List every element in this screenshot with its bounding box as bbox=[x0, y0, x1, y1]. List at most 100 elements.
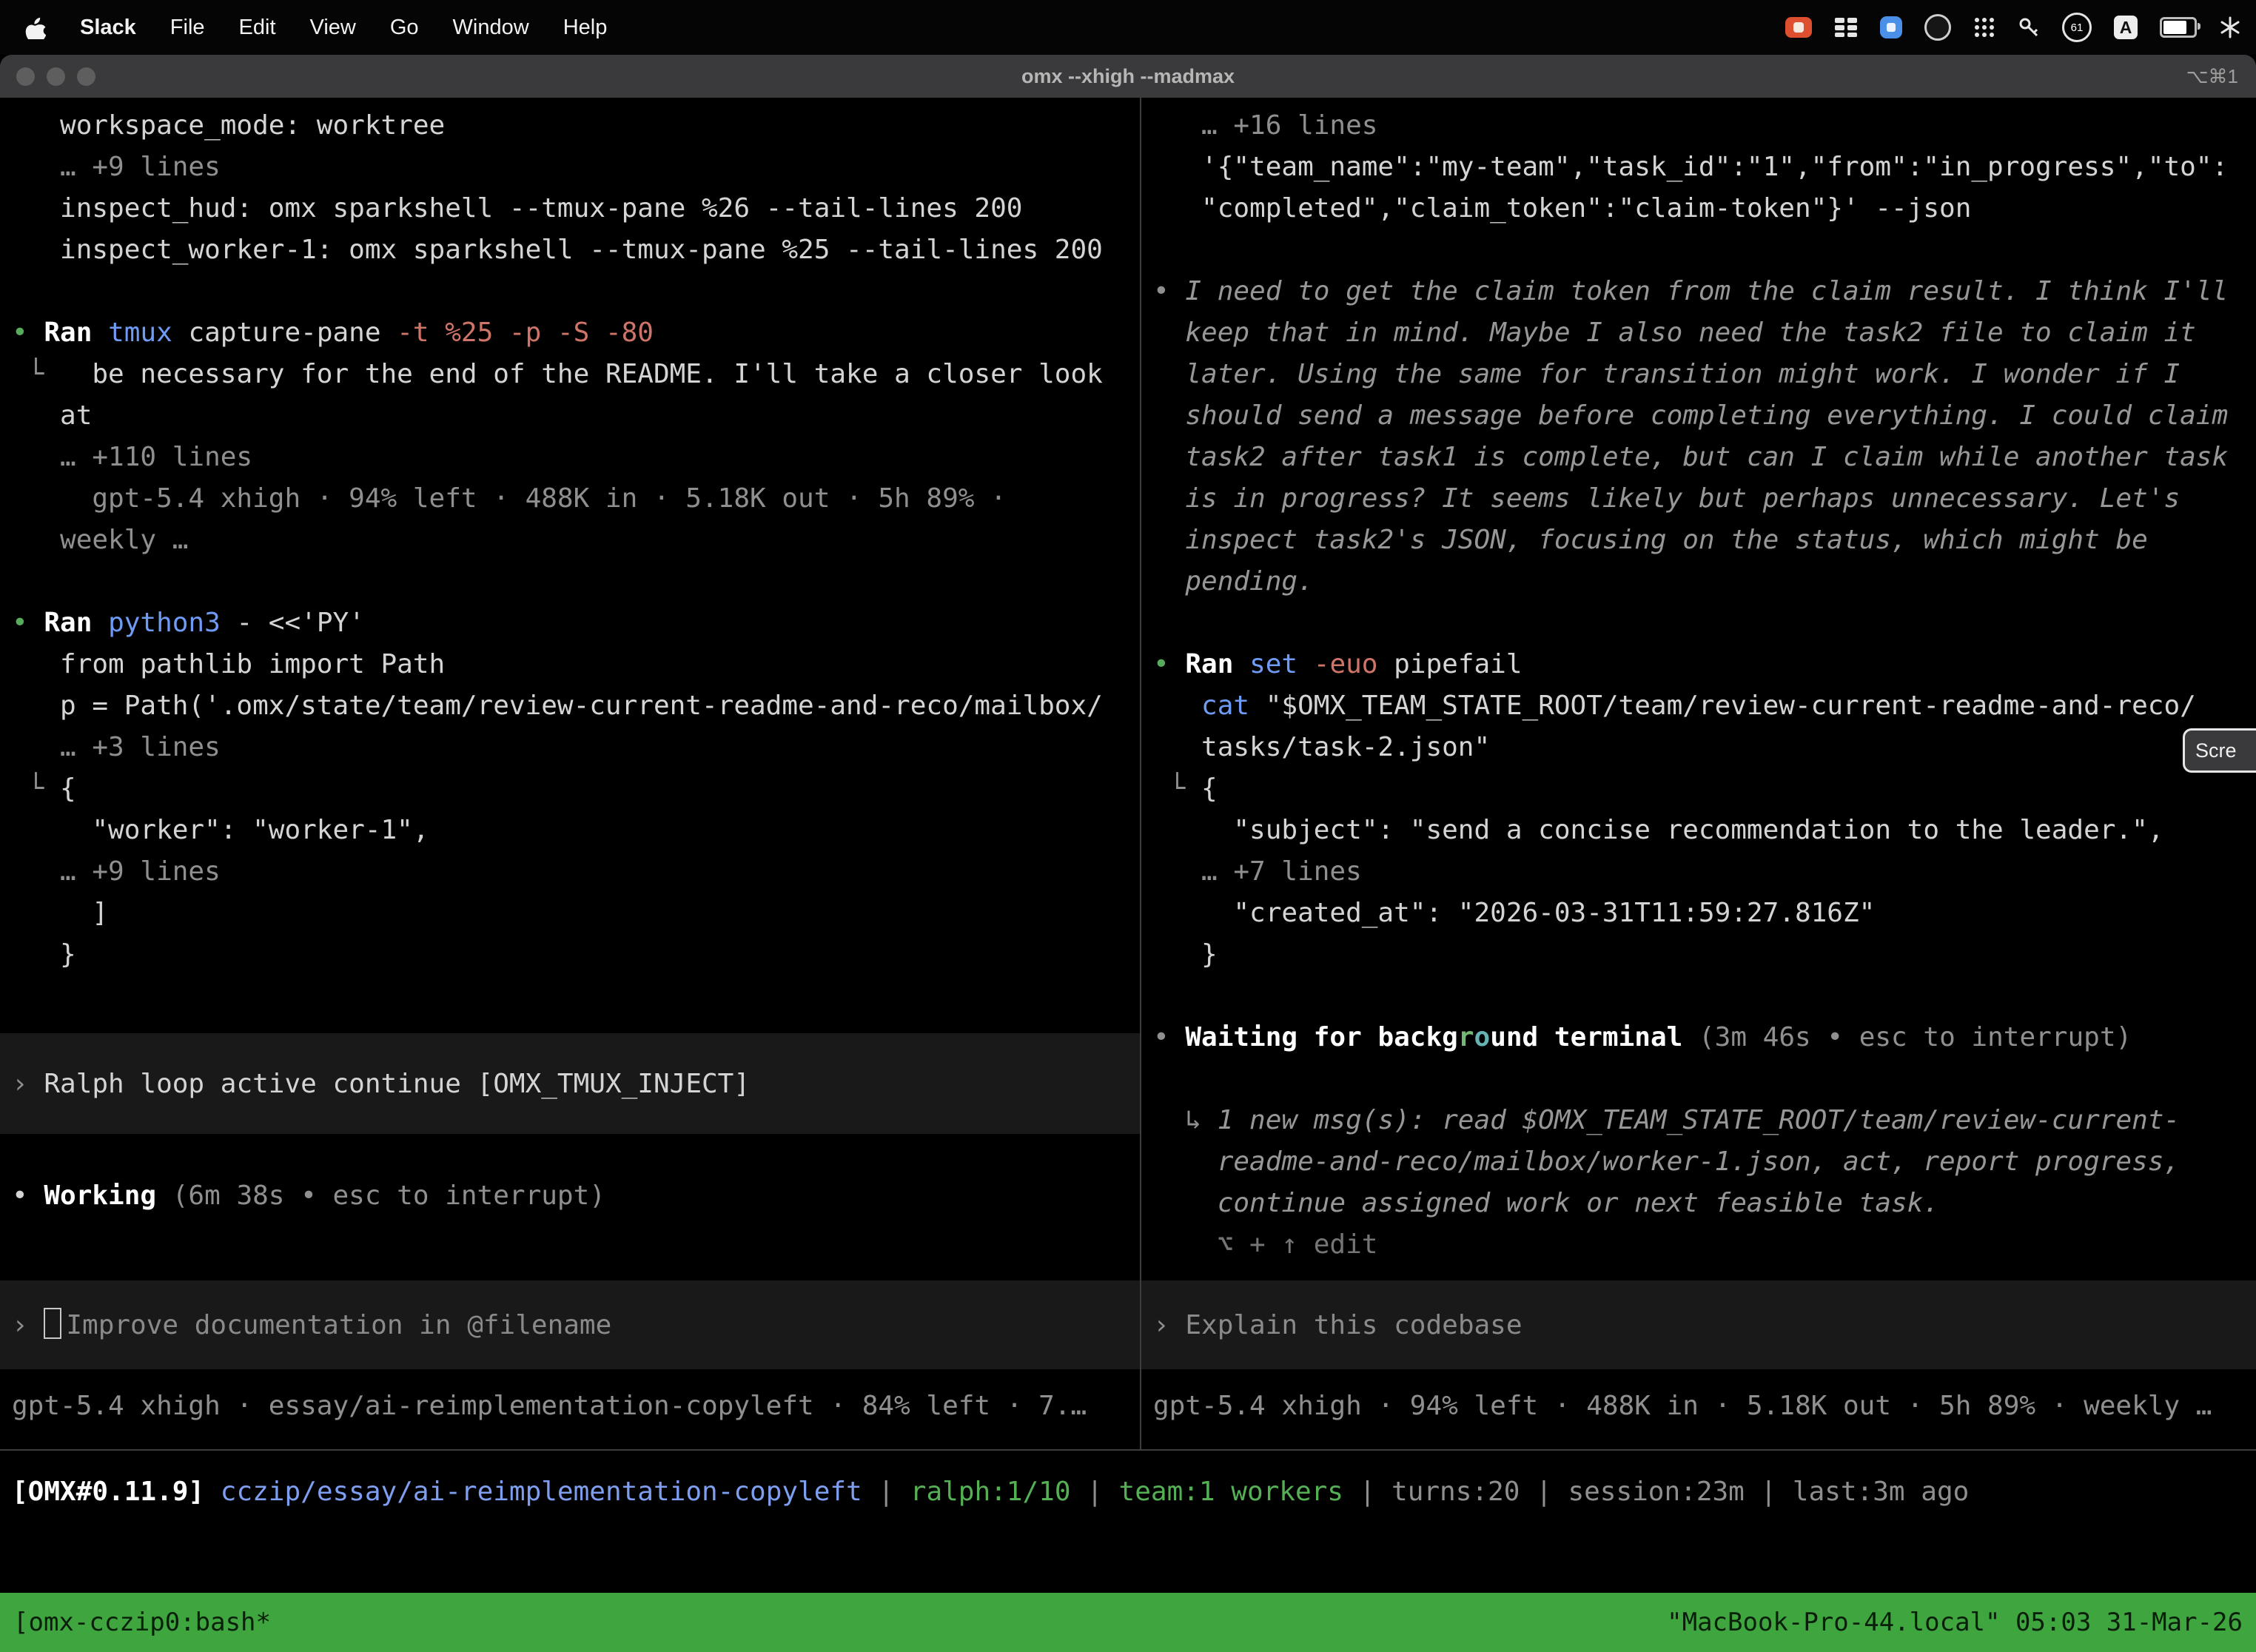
prompt-input-left[interactable]: › Improve documentation in @filename bbox=[0, 1280, 1140, 1369]
screen-overlay-tooltip: Scre bbox=[2183, 728, 2256, 773]
terminal-line: └ be necessary for the end of the README… bbox=[0, 354, 1140, 395]
tmux-session-label: [omx-cczip0:bash* bbox=[13, 1608, 271, 1637]
omx-session-summary: [OMX#0.11.9] cczip/essay/ai-reimplementa… bbox=[0, 1471, 2256, 1513]
text-segment: capture-pane bbox=[188, 318, 397, 348]
thinking-text: • I need to get the claim token from the… bbox=[1141, 271, 2256, 312]
text-segment: inspect_worker-1: omx sparkshell --tmux-… bbox=[12, 235, 1103, 265]
terminal-line: is in progress? It seems likely but perh… bbox=[1141, 478, 2256, 520]
text-segment: session:23m bbox=[1568, 1477, 1744, 1507]
terminal-line: … +7 lines bbox=[1141, 851, 2256, 893]
text-cursor bbox=[44, 1308, 61, 1339]
text-segment: … +9 lines bbox=[12, 856, 221, 887]
text-segment: from pathlib import Path bbox=[12, 649, 445, 679]
terminal-line: p = Path('.omx/state/team/review-current… bbox=[0, 685, 1140, 727]
blank-line bbox=[0, 561, 1140, 602]
terminal-line: continue assigned work or next feasible … bbox=[1141, 1183, 2256, 1224]
battery-icon[interactable] bbox=[2160, 17, 2197, 38]
menu-item-window[interactable]: Window bbox=[453, 16, 529, 40]
text-segment: Working bbox=[44, 1181, 156, 1211]
grid-icon[interactable] bbox=[1834, 17, 1858, 38]
text-segment: └ bbox=[12, 773, 60, 804]
terminal-line: weekly … bbox=[0, 520, 1140, 561]
text-segment: should send a message before completing … bbox=[1153, 400, 2228, 431]
text-segment: set bbox=[1249, 649, 1314, 679]
text-segment: later. Using the same for transition mig… bbox=[1153, 359, 2180, 389]
terminal-line: task2 after task1 is complete, but can I… bbox=[1141, 437, 2256, 478]
terminal-line: cat "$OMX_TEAM_STATE_ROOT/team/review-cu… bbox=[1141, 685, 2256, 727]
ralph-injected-prompt-band[interactable]: › Ralph loop active continue [OMX_TMUX_I… bbox=[0, 1033, 1140, 1134]
prompt-input-right[interactable]: › Explain this codebase bbox=[1141, 1280, 2256, 1369]
text-segment: turns:20 bbox=[1391, 1477, 1520, 1507]
text-segment: | bbox=[862, 1477, 910, 1507]
terminal-line: … +9 lines bbox=[0, 851, 1140, 893]
menu-item-slack[interactable]: Slack bbox=[80, 16, 136, 40]
text-segment: gpt-5.4 xhigh · 94% left · 488K in · 5.1… bbox=[1153, 1391, 2212, 1421]
text-segment: tasks/task-2.json" bbox=[1153, 732, 1490, 762]
terminal: workspace_mode: worktree … +9 lines insp… bbox=[0, 98, 2256, 1449]
edit-hint-line: ⌥ + ↑ edit bbox=[1141, 1224, 2256, 1266]
terminal-line: at bbox=[0, 395, 1140, 437]
text-segment: "created_at": "2026-03-31T11:59:27.816Z" bbox=[1153, 898, 1875, 928]
input-source-icon[interactable]: A bbox=[2114, 16, 2138, 39]
menu-item-go[interactable]: Go bbox=[390, 16, 419, 40]
text-segment: weekly … bbox=[12, 525, 188, 555]
fan-icon[interactable] bbox=[2219, 16, 2241, 38]
screen: Slack File Edit View Go Window Help bbox=[0, 0, 2256, 1652]
dots-grid-icon[interactable] bbox=[1973, 16, 1995, 38]
text-segment: be necessary for the end of the README. … bbox=[92, 359, 1102, 389]
text-segment: tmux bbox=[108, 318, 188, 348]
blue-app-icon[interactable] bbox=[1880, 16, 1902, 38]
text-segment: cat bbox=[1201, 691, 1266, 721]
text-segment: "completed","claim_token":"claim-token"}… bbox=[1153, 193, 1971, 224]
battery-percent-ring-icon[interactable]: 61 bbox=[2062, 13, 2092, 42]
record-dot-icon bbox=[1793, 22, 1804, 33]
text-segment: at bbox=[12, 400, 92, 431]
menu-item-file[interactable]: File bbox=[170, 16, 205, 40]
menu-item-help[interactable]: Help bbox=[563, 16, 608, 40]
screen-recording-indicator-icon[interactable] bbox=[1785, 17, 1812, 38]
text-segment: › bbox=[12, 1069, 44, 1099]
terminal-line: … +9 lines bbox=[0, 147, 1140, 188]
window-titlebar: omx --xhigh --madmax ⌥⌘1 bbox=[0, 55, 2256, 98]
terminal-line: workspace_mode: worktree bbox=[0, 105, 1140, 147]
terminal-line: "subject": "send a concise recommendatio… bbox=[1141, 810, 2256, 851]
menu-item-edit[interactable]: Edit bbox=[239, 16, 276, 40]
text-segment: … +16 lines bbox=[1153, 110, 1377, 141]
text-segment: I need to get the claim token from the c… bbox=[1185, 276, 2228, 306]
ran-tmux-command-line: • Ran tmux capture-pane -t %25 -p -S -80 bbox=[0, 312, 1140, 354]
text-segment: … +9 lines bbox=[12, 152, 221, 182]
menu-bar-status-icons: 61 A bbox=[1785, 13, 2256, 42]
text-segment: und terminal bbox=[1490, 1022, 1682, 1052]
text-segment bbox=[1153, 691, 1201, 721]
text-segment: inspect task2's JSON, focusing on the st… bbox=[1153, 525, 2148, 555]
dark-app-icon[interactable] bbox=[1924, 14, 1951, 41]
terminal-pane-right[interactable]: … +16 lines '{"team_name":"my-team","tas… bbox=[1141, 98, 2256, 1449]
terminal-line: gpt-5.4 xhigh · 94% left · 488K in · 5.1… bbox=[0, 478, 1140, 520]
terminal-line: } bbox=[0, 934, 1140, 976]
key-icon[interactable] bbox=[2018, 16, 2040, 38]
terminal-pane-left[interactable]: workspace_mode: worktree … +9 lines insp… bbox=[0, 98, 1140, 1449]
terminal-line: └ { bbox=[1141, 768, 2256, 810]
model-context-status-right: gpt-5.4 xhigh · 94% left · 488K in · 5.1… bbox=[1141, 1386, 2256, 1427]
text-segment: • bbox=[1153, 1022, 1185, 1052]
apple-menu-icon[interactable] bbox=[25, 16, 46, 39]
text-segment: ralph:1/10 bbox=[910, 1477, 1071, 1507]
terminal-line: … +110 lines bbox=[0, 437, 1140, 478]
text-segment: python3 bbox=[108, 608, 236, 638]
tmux-host-time-label: "MacBook-Pro-44.local" 05:03 31-Mar-26 bbox=[1667, 1608, 2243, 1637]
terminal-line: "created_at": "2026-03-31T11:59:27.816Z" bbox=[1141, 893, 2256, 934]
terminal-line: from pathlib import Path bbox=[0, 644, 1140, 685]
working-status-line: • Working (6m 38s • esc to interrupt) bbox=[0, 1175, 1140, 1217]
text-segment: └ bbox=[12, 359, 92, 389]
text-segment: ⌥ + ↑ edit bbox=[1153, 1229, 1377, 1260]
blank-line bbox=[1141, 602, 2256, 644]
text-segment: • bbox=[12, 1181, 44, 1211]
text-segment: Ran bbox=[44, 318, 108, 348]
text-segment: Waiting for backg bbox=[1185, 1022, 1457, 1052]
text-segment: readme-and-reco/mailbox/worker-1.json, a… bbox=[1153, 1146, 2180, 1177]
menu-item-view[interactable]: View bbox=[310, 16, 356, 40]
text-segment: -euo bbox=[1314, 649, 1394, 679]
text-segment: task2 after task1 is complete, but can I… bbox=[1153, 442, 2228, 472]
text-segment: { bbox=[60, 773, 76, 804]
text-segment: … +3 lines bbox=[12, 732, 221, 762]
